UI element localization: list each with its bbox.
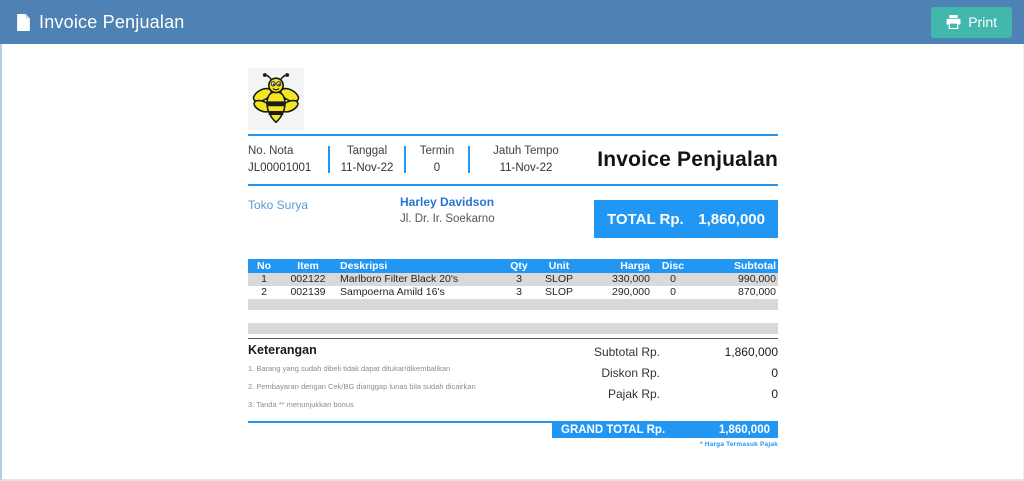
customer-name: Harley Davidson (400, 195, 495, 209)
col-header-disc: Disc (661, 260, 685, 272)
store-name: Toko Surya (248, 198, 309, 212)
customer-block: Harley Davidson Jl. Dr. Ir. Soekarno (400, 195, 560, 244)
keterangan-note: 2. Pembayaran dengan Cek/BG dianggap lun… (248, 382, 476, 391)
col-header-subtotal: Subtotal (734, 260, 776, 272)
totals-section: Subtotal Rp. 1,860,000 Diskon Rp. 0 Paja… (548, 339, 778, 418)
pajak-label: Pajak Rp. (607, 387, 660, 401)
meta-value: 0 (433, 162, 441, 174)
cell-item: 002139 (290, 286, 326, 298)
cell-unit: SLOP (544, 273, 573, 285)
content-area: No. Nota JL00001001 Tanggal 11-Nov-22 Te… (0, 44, 1024, 481)
col-header-item: Item (297, 260, 319, 272)
meta-no-nota: No. Nota JL00001001 (248, 145, 328, 174)
cell-harga: 330,000 (612, 273, 650, 285)
cell-qty: 3 (516, 273, 522, 285)
meta-value: JL00001001 (248, 162, 312, 174)
cell-disc: 0 (670, 286, 676, 298)
table-row: 1 002122 Marlboro Filter Black 20's 3 SL… (248, 273, 778, 286)
cell-no: 1 (261, 273, 267, 285)
table-empty-row (248, 310, 778, 323)
subtotal-value: 1,860,000 (724, 345, 778, 359)
col-header-deskripsi: Deskripsi (340, 260, 388, 272)
cell-qty: 3 (516, 286, 522, 298)
cell-item: 002122 (290, 273, 326, 285)
cell-deskripsi: Sampoerna Amild 16's (340, 286, 445, 298)
print-button-label: Print (968, 13, 997, 30)
meta-label: Tanggal (346, 145, 388, 157)
topbar: Invoice Penjualan Print (0, 0, 1024, 44)
keterangan-section: Keterangan 1. Barang yang sudah dibeli t… (248, 339, 548, 418)
col-header-unit: Unit (548, 260, 570, 272)
bottom-section: Keterangan 1. Barang yang sudah dibeli t… (248, 339, 778, 418)
grand-total-value: 1,860,000 (718, 423, 770, 436)
col-header-qty: Qty (510, 260, 528, 272)
col-header-no: No (257, 260, 271, 272)
total-box-label: TOTAL Rp. (607, 210, 684, 228)
grand-total-label: GRAND TOTAL Rp. (561, 423, 666, 436)
diskon-label: Diskon Rp. (601, 366, 660, 380)
meta-jatuh-tempo: Jatuh Tempo 11-Nov-22 (470, 145, 582, 174)
total-box: TOTAL Rp. 1,860,000 (594, 200, 778, 238)
grand-total-bar: GRAND TOTAL Rp. 1,860,000 (552, 421, 778, 438)
cell-disc: 0 (670, 273, 676, 285)
company-logo (248, 68, 304, 130)
meta-label: Jatuh Tempo (493, 145, 559, 157)
table-header-row: No Item Deskripsi Qty Unit Harga Disc Su… (248, 259, 778, 273)
tax-footnote: * Harga Termasuk Pajak (700, 441, 778, 448)
meta-value: 11-Nov-22 (340, 162, 394, 174)
printer-icon (946, 14, 961, 29)
diskon-value: 0 (771, 366, 778, 380)
cell-no: 2 (261, 286, 267, 298)
keterangan-note: 3. Tanda ** menunjukkan bonus (248, 400, 354, 409)
customer-address: Jl. Dr. Ir. Soekarno (400, 213, 495, 225)
total-box-value: 1,860,000 (698, 210, 765, 228)
cell-unit: SLOP (544, 286, 573, 298)
cell-deskripsi: Marlboro Filter Black 20's (340, 273, 459, 285)
table-row: 2 002139 Sampoerna Amild 16's 3 SLOP 290… (248, 286, 778, 299)
customer-row: Toko Surya Harley Davidson Jl. Dr. Ir. S… (248, 186, 778, 244)
cell-subtotal: 990,000 (738, 273, 776, 285)
cell-harga: 290,000 (612, 286, 650, 298)
cell-subtotal: 870,000 (738, 286, 776, 298)
meta-label: No. Nota (248, 145, 294, 157)
print-button[interactable]: Print (931, 6, 1012, 38)
items-table: No Item Deskripsi Qty Unit Harga Disc Su… (248, 259, 778, 334)
pajak-value: 0 (771, 387, 778, 401)
diskon-row: Diskon Rp. 0 (548, 363, 778, 384)
subtotal-label: Subtotal Rp. (593, 345, 660, 359)
subtotal-row: Subtotal Rp. 1,860,000 (548, 342, 778, 363)
col-header-harga: Harga (620, 260, 650, 272)
pajak-row: Pajak Rp. 0 (548, 384, 778, 405)
grand-total-row: GRAND TOTAL Rp. 1,860,000 (248, 421, 778, 438)
meta-tanggal: Tanggal 11-Nov-22 (330, 145, 404, 174)
page-title: Invoice Penjualan (39, 11, 185, 32)
meta-termin: Termin 0 (406, 145, 468, 174)
bee-logo-icon (252, 73, 300, 124)
invoice-meta-row: No. Nota JL00001001 Tanggal 11-Nov-22 Te… (248, 136, 778, 184)
meta-label: Termin (419, 145, 455, 157)
table-empty-row (248, 299, 778, 310)
keterangan-title: Keterangan (248, 343, 317, 357)
grand-total-line (248, 421, 552, 423)
invoice-title: Invoice Penjualan (597, 147, 778, 171)
keterangan-note: 1. Barang yang sudah dibeli tidak dapat … (248, 364, 451, 373)
document-icon (17, 13, 30, 31)
invoice-document: No. Nota JL00001001 Tanggal 11-Nov-22 Te… (248, 44, 778, 448)
table-empty-row (248, 323, 778, 334)
meta-value: 11-Nov-22 (499, 162, 553, 174)
